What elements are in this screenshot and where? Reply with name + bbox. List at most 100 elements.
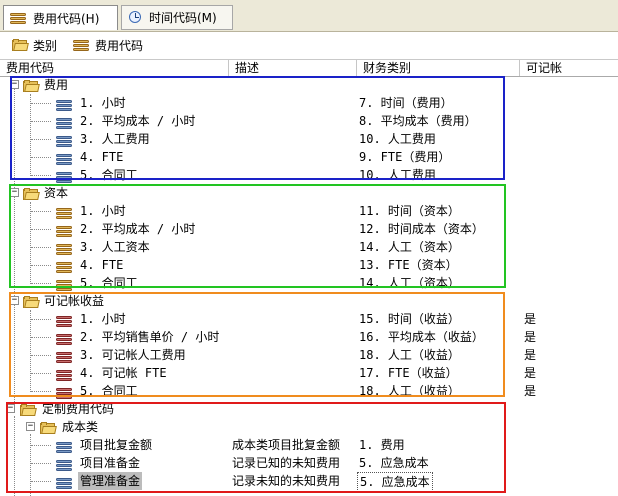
- tree-line: [31, 319, 51, 320]
- tree-line: [31, 157, 51, 158]
- code-billable: 是: [524, 384, 537, 398]
- subgroup-label: 成本类: [62, 420, 99, 434]
- code-name: 项目批复金额: [80, 438, 153, 452]
- group-label: 资本: [44, 186, 69, 200]
- table-row[interactable]: 3. 可记帐人工费用 18. 人工（收益） 是: [0, 346, 618, 364]
- breadcrumb-label: 费用代码: [95, 38, 144, 53]
- table-row[interactable]: 5. 合同工 10. 人工费用: [0, 166, 618, 184]
- folder-icon: [23, 80, 40, 92]
- code-category: 14. 人工（资本）: [359, 276, 460, 290]
- cost-code-icon: [56, 316, 73, 327]
- cost-code-icon: [56, 352, 73, 363]
- code-billable: 是: [524, 330, 537, 344]
- collapse-toggle[interactable]: −: [10, 296, 19, 305]
- code-name: 1. 小时: [80, 312, 126, 326]
- group-row[interactable]: − 可记帐收益: [0, 292, 618, 310]
- table-row[interactable]: 4. FTE 13. FTE（资本）: [0, 256, 618, 274]
- group-row[interactable]: − 费用: [0, 76, 618, 94]
- cost-code-icon: [56, 388, 73, 399]
- tab-label: 时间代码(M): [149, 11, 217, 25]
- column-header: 费用代码 描述 财务类别 可记帐: [0, 59, 618, 77]
- table-row[interactable]: 4. 可记帐 FTE 17. FTE（收益） 是: [0, 364, 618, 382]
- tree-line: [31, 463, 51, 464]
- folder-icon: [23, 188, 40, 200]
- breadcrumb-label: 类别: [33, 38, 58, 53]
- tree-line: [31, 175, 51, 176]
- tree-line: [31, 391, 51, 392]
- table-row[interactable]: 1. 小时 15. 时间（收益） 是: [0, 310, 618, 328]
- column-label: 财务类别: [363, 61, 412, 75]
- cost-code-icon: [56, 136, 73, 147]
- cost-code-icon: [10, 12, 27, 24]
- cost-code-icon: [56, 370, 73, 381]
- code-category: 18. 人工（收益）: [359, 384, 460, 398]
- table-row[interactable]: 2. 平均成本 / 小时 12. 时间成本（资本）: [0, 220, 618, 238]
- code-category: 14. 人工（资本）: [359, 240, 460, 254]
- cost-code-icon: [56, 478, 73, 489]
- code-category: 16. 平均成本（收益）: [359, 330, 484, 344]
- cost-code-icon: [56, 118, 73, 129]
- cost-code-icon: [56, 442, 73, 453]
- code-billable: 是: [524, 348, 537, 362]
- tree-line: [31, 445, 51, 446]
- tree-line: [31, 283, 51, 284]
- tree-line: [31, 265, 51, 266]
- tree-line: [31, 103, 51, 104]
- breadcrumb-category[interactable]: 类别: [12, 37, 57, 54]
- code-category: 7. 时间（费用）: [359, 96, 453, 110]
- cost-code-icon: [56, 154, 73, 165]
- code-category: 1. 费用: [359, 438, 405, 452]
- group-row[interactable]: − 资本: [0, 184, 618, 202]
- cost-code-icon: [56, 172, 73, 183]
- clock-icon: [128, 10, 143, 25]
- collapse-toggle[interactable]: −: [6, 404, 15, 413]
- breadcrumb: 类别 费用代码: [0, 33, 618, 57]
- table-row[interactable]: 2. 平均销售单价 / 小时 16. 平均成本（收益） 是: [0, 328, 618, 346]
- tree-line: [31, 337, 51, 338]
- code-category: 18. 人工（收益）: [359, 348, 460, 362]
- table-row[interactable]: 项目批复金额 成本类项目批复金额 1. 费用: [0, 436, 618, 454]
- table-row-selected[interactable]: 管理准备金 记录未知的未知费用 5. 应急成本: [0, 472, 618, 492]
- code-name: 4. FTE: [80, 258, 124, 272]
- code-name: 1. 小时: [80, 204, 126, 218]
- table-row[interactable]: 3. 人工费用 10. 人工费用: [0, 130, 618, 148]
- collapse-toggle[interactable]: −: [10, 188, 19, 197]
- column-code[interactable]: 费用代码: [0, 60, 229, 76]
- cost-code-icon: [56, 226, 73, 237]
- collapse-toggle[interactable]: −: [10, 80, 19, 89]
- column-category[interactable]: 财务类别: [357, 60, 520, 76]
- code-name: 5. 合同工: [80, 168, 138, 182]
- tab-expense-codes[interactable]: 费用代码(H): [3, 5, 118, 30]
- code-category: 13. FTE（资本）: [359, 258, 458, 272]
- code-description: 记录未知的未知费用: [232, 474, 341, 488]
- breadcrumb-expense-code[interactable]: 费用代码: [73, 37, 143, 54]
- code-category: 15. 时间（收益）: [359, 312, 460, 326]
- table-row[interactable]: 4. FTE 9. FTE（费用）: [0, 148, 618, 166]
- column-label: 可记帐: [526, 61, 563, 75]
- group-row[interactable]: − 定制费用代码: [0, 400, 618, 418]
- code-name: 项目准备金: [80, 456, 141, 470]
- tab-time-codes[interactable]: 时间代码(M): [121, 5, 233, 30]
- table-row[interactable]: 1. 小时 7. 时间（费用）: [0, 94, 618, 112]
- column-billable[interactable]: 可记帐: [520, 60, 618, 76]
- table-row[interactable]: 2. 平均成本 / 小时 8. 平均成本（费用）: [0, 112, 618, 130]
- code-name: 3. 可记帐人工费用: [80, 348, 186, 362]
- table-row[interactable]: 1. 小时 11. 时间（资本）: [0, 202, 618, 220]
- cost-code-icon: [56, 262, 73, 273]
- code-description: 记录已知的未知费用: [232, 456, 341, 470]
- table-row[interactable]: 3. 人工资本 14. 人工（资本）: [0, 238, 618, 256]
- tab-label: 费用代码(H): [33, 11, 100, 26]
- cost-code-icon: [56, 208, 73, 219]
- code-category: 10. 人工费用: [359, 132, 436, 146]
- group-row[interactable]: − 成本类: [0, 418, 618, 436]
- table-row[interactable]: 项目准备金 记录已知的未知费用 5. 应急成本: [0, 454, 618, 472]
- code-billable: 是: [524, 312, 537, 326]
- column-description[interactable]: 描述: [229, 60, 357, 76]
- table-row[interactable]: 5. 合同工 18. 人工（收益） 是: [0, 382, 618, 400]
- tree-line: [31, 211, 51, 212]
- collapse-toggle[interactable]: −: [26, 422, 35, 431]
- code-name: 2. 平均成本 / 小时: [80, 222, 196, 236]
- code-name: 管理准备金: [78, 472, 143, 490]
- code-category: 12. 时间成本（资本）: [359, 222, 484, 236]
- table-row[interactable]: 5. 合同工 14. 人工（资本）: [0, 274, 618, 292]
